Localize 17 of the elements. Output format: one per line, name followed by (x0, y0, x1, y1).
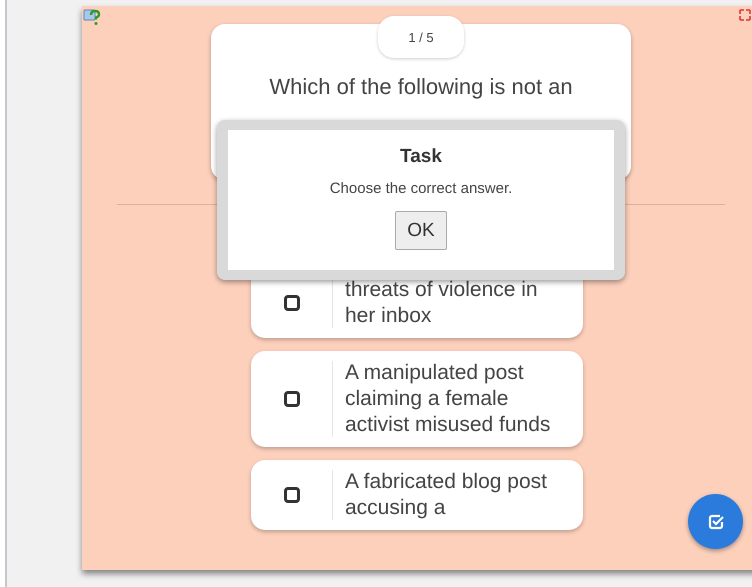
checkbox[interactable] (284, 391, 300, 407)
fullscreen-icon[interactable] (739, 9, 751, 21)
help-icon[interactable] (83, 8, 101, 26)
answer-option[interactable]: A manipulated post claiming a female activist misused funds (251, 351, 583, 447)
answer-option[interactable]: A fabricated blog post accusing a (251, 460, 583, 530)
check-answer-button[interactable] (688, 494, 743, 549)
option-text: A fabricated blog post accusing a (344, 469, 548, 521)
checkbox[interactable] (284, 487, 300, 503)
dialog-title: Task (400, 146, 442, 168)
question-counter: 1 / 5 (378, 16, 464, 58)
checkbox-icon (706, 512, 724, 530)
dialog-message: Choose the correct answer. (330, 180, 512, 197)
checkbox[interactable] (284, 295, 300, 311)
ok-button[interactable]: OK (395, 211, 447, 250)
option-text: A manipulated post claiming a female activist misused funds (344, 360, 552, 438)
question-text: Which of the following is not an (268, 73, 574, 101)
option-text: threats of violence in her inbox (344, 277, 539, 329)
